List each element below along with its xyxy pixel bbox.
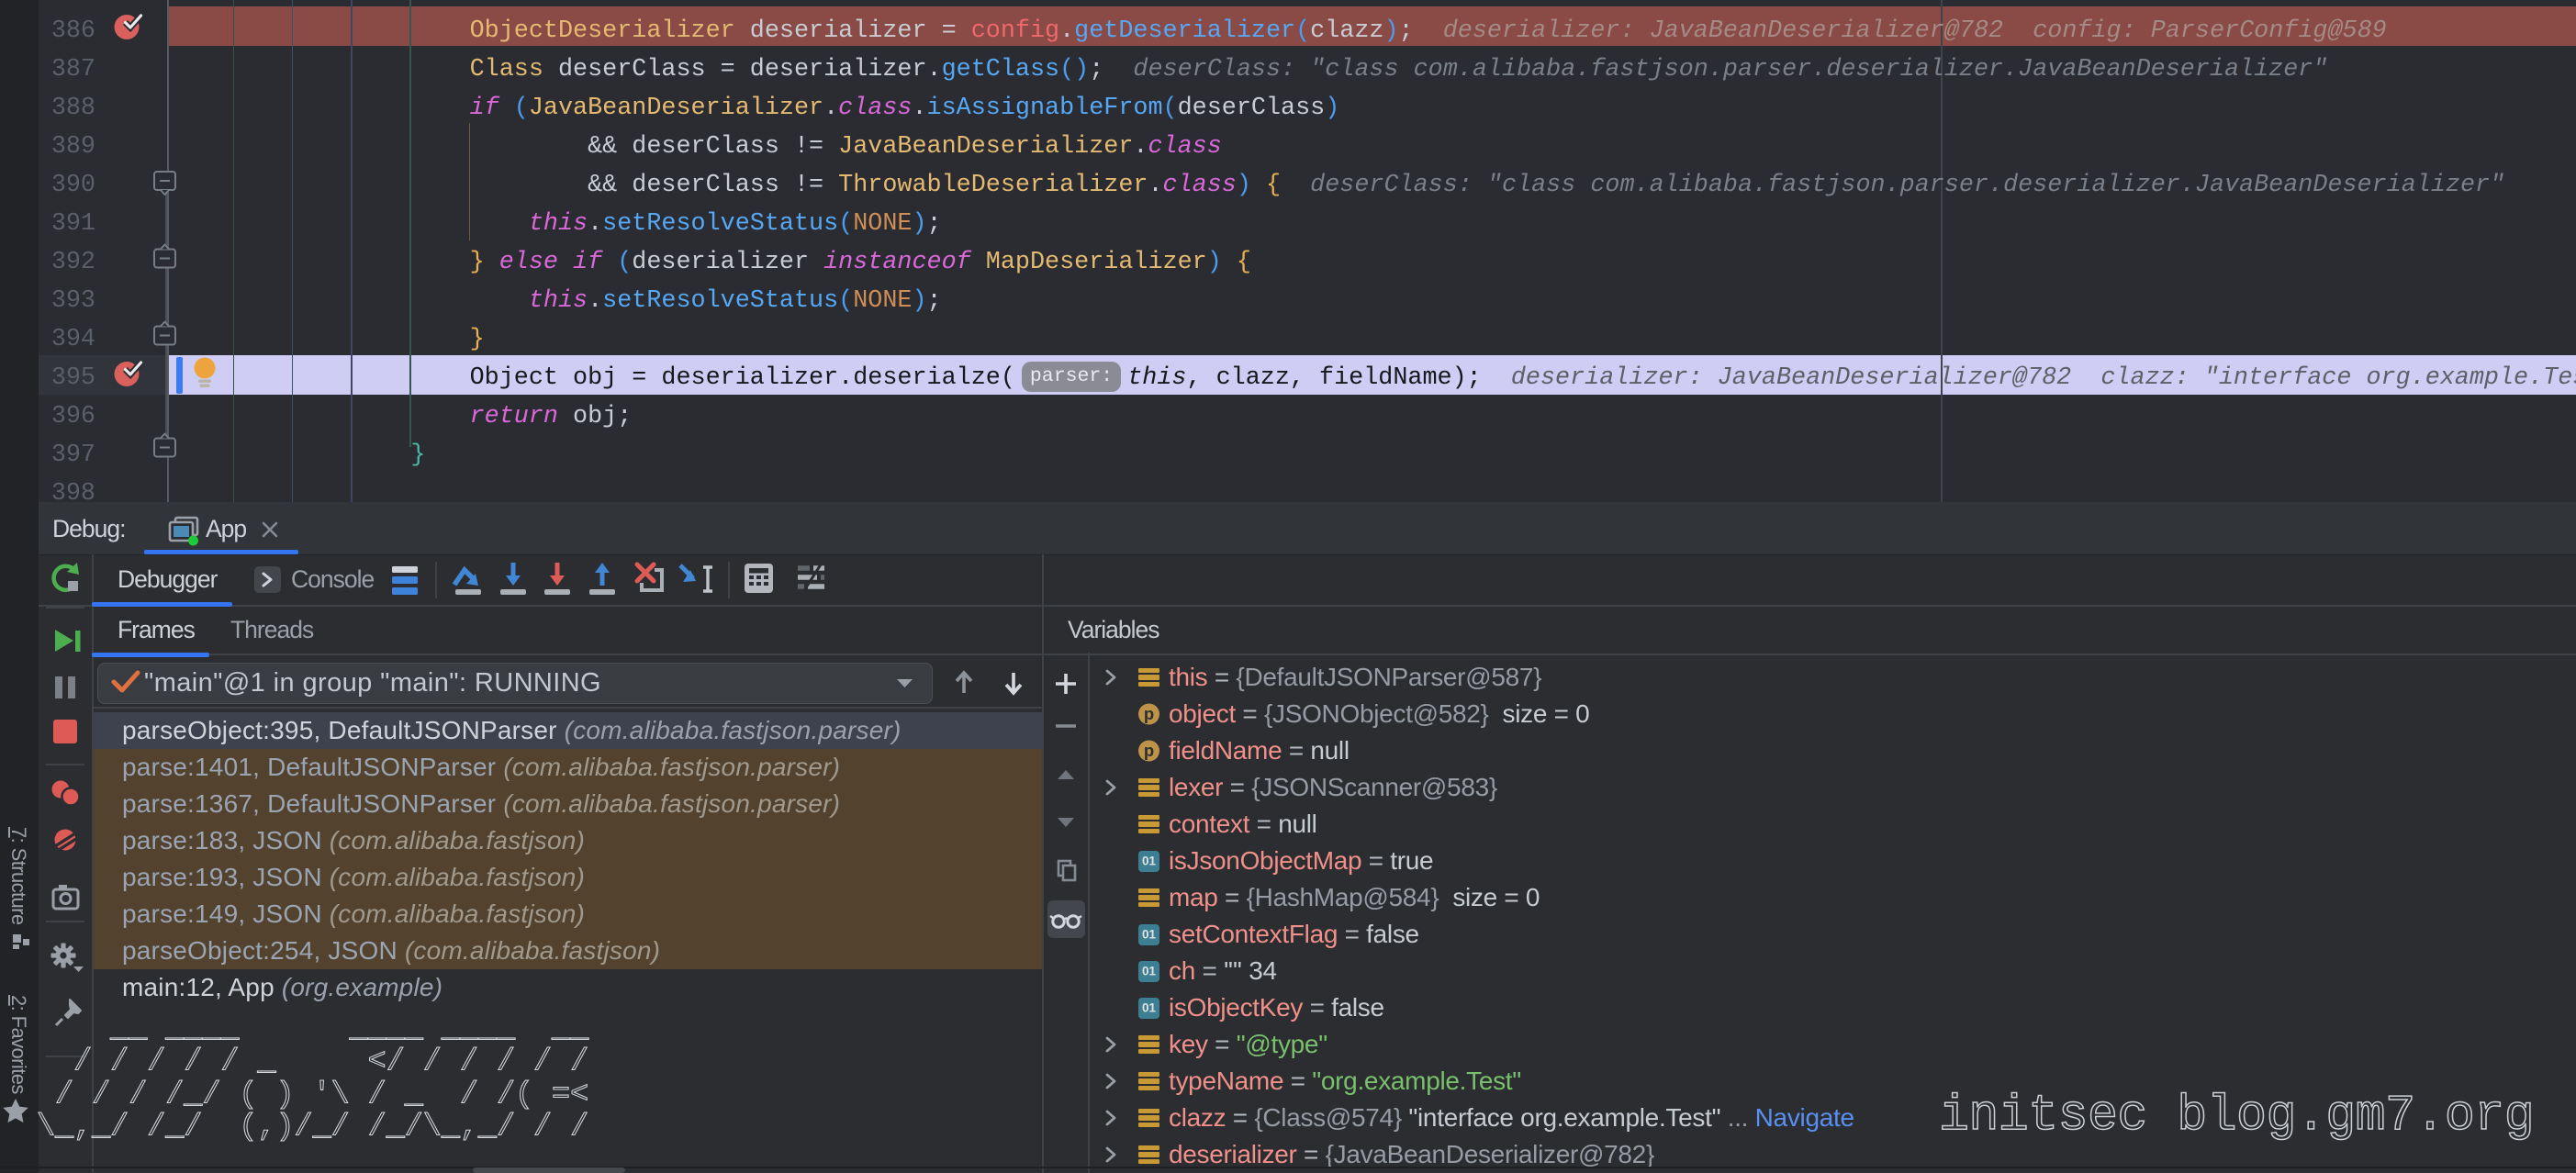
- svg-text:p: p: [1144, 704, 1154, 723]
- svg-text:p: p: [1144, 741, 1154, 760]
- svg-text:01: 01: [1142, 928, 1157, 942]
- svg-text:01: 01: [1142, 965, 1157, 978]
- svg-text:01: 01: [1142, 855, 1157, 868]
- svg-text:01: 01: [1142, 1001, 1157, 1015]
